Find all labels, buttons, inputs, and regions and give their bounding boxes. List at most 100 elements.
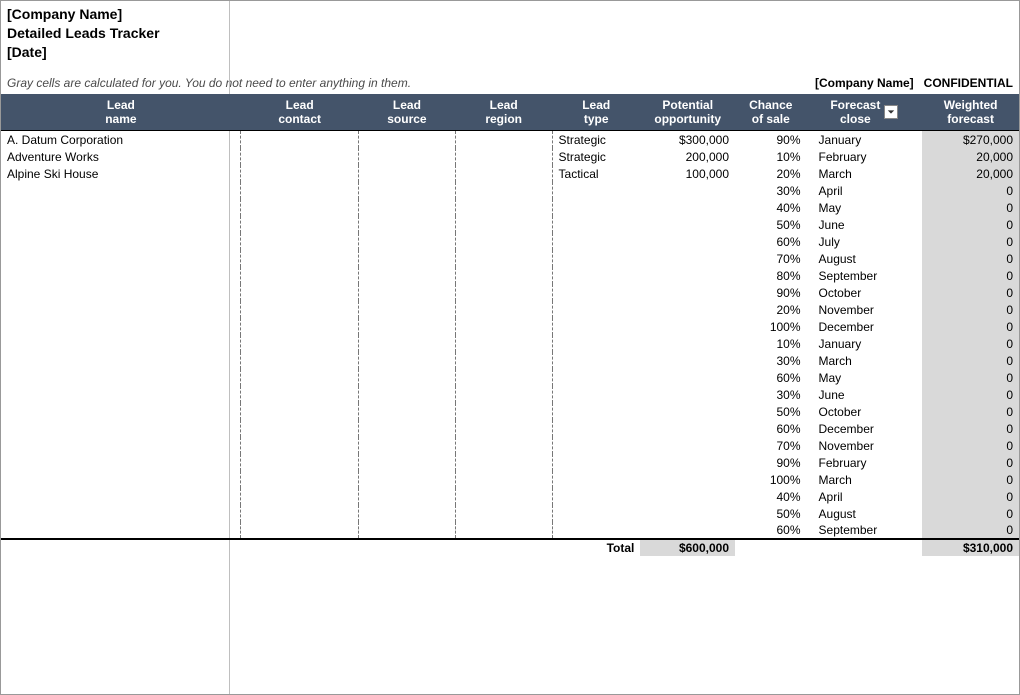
cell-lead-source[interactable] (359, 301, 456, 318)
cell-lead-contact[interactable] (241, 522, 359, 539)
cell-lead-source[interactable] (359, 437, 456, 454)
cell-potential-opportunity[interactable] (640, 182, 735, 199)
cell-potential-opportunity[interactable] (640, 301, 735, 318)
cell-forecast-close[interactable]: June (807, 386, 923, 403)
cell-lead-region[interactable] (455, 386, 552, 403)
cell-forecast-close[interactable]: March (807, 471, 923, 488)
col-header-potential[interactable]: Potential opportunity (640, 94, 735, 131)
cell-lead-name[interactable] (1, 488, 241, 505)
cell-forecast-close[interactable]: January (807, 335, 923, 352)
cell-weighted-forecast[interactable]: 0 (922, 437, 1019, 454)
cell-lead-contact[interactable] (241, 301, 359, 318)
cell-weighted-forecast[interactable]: 0 (922, 420, 1019, 437)
cell-chance-of-sale[interactable]: 60% (735, 522, 807, 539)
cell-lead-name[interactable]: A. Datum Corporation (1, 131, 241, 148)
cell-weighted-forecast[interactable]: 0 (922, 301, 1019, 318)
cell-lead-name[interactable]: Adventure Works (1, 148, 241, 165)
cell-lead-region[interactable] (455, 352, 552, 369)
cell-lead-source[interactable] (359, 352, 456, 369)
cell-lead-region[interactable] (455, 267, 552, 284)
cell-lead-region[interactable] (455, 522, 552, 539)
cell-lead-type[interactable] (552, 420, 640, 437)
cell-potential-opportunity[interactable] (640, 335, 735, 352)
cell-lead-type[interactable] (552, 267, 640, 284)
cell-chance-of-sale[interactable]: 50% (735, 505, 807, 522)
cell-lead-contact[interactable] (241, 233, 359, 250)
cell-lead-source[interactable] (359, 284, 456, 301)
cell-chance-of-sale[interactable]: 20% (735, 301, 807, 318)
cell-potential-opportunity[interactable] (640, 352, 735, 369)
cell-lead-type[interactable] (552, 488, 640, 505)
cell-lead-name[interactable] (1, 182, 241, 199)
cell-lead-contact[interactable] (241, 488, 359, 505)
cell-lead-contact[interactable] (241, 182, 359, 199)
cell-chance-of-sale[interactable]: 100% (735, 471, 807, 488)
cell-lead-type[interactable] (552, 318, 640, 335)
cell-lead-type[interactable] (552, 386, 640, 403)
cell-lead-region[interactable] (455, 233, 552, 250)
cell-chance-of-sale[interactable]: 70% (735, 437, 807, 454)
cell-lead-source[interactable] (359, 471, 456, 488)
cell-lead-name[interactable] (1, 199, 241, 216)
cell-weighted-forecast[interactable]: 0 (922, 216, 1019, 233)
cell-potential-opportunity[interactable] (640, 505, 735, 522)
cell-potential-opportunity[interactable] (640, 454, 735, 471)
cell-lead-type[interactable] (552, 250, 640, 267)
cell-lead-region[interactable] (455, 505, 552, 522)
cell-lead-type[interactable] (552, 437, 640, 454)
cell-lead-contact[interactable] (241, 471, 359, 488)
cell-weighted-forecast[interactable]: 20,000 (922, 165, 1019, 182)
cell-lead-region[interactable] (455, 369, 552, 386)
cell-forecast-close[interactable]: June (807, 216, 923, 233)
cell-forecast-close[interactable]: August (807, 505, 923, 522)
cell-forecast-close[interactable]: December (807, 318, 923, 335)
cell-lead-name[interactable] (1, 420, 241, 437)
cell-lead-type[interactable] (552, 335, 640, 352)
cell-lead-type[interactable] (552, 369, 640, 386)
cell-lead-source[interactable] (359, 148, 456, 165)
cell-lead-source[interactable] (359, 199, 456, 216)
cell-chance-of-sale[interactable]: 60% (735, 369, 807, 386)
cell-lead-source[interactable] (359, 454, 456, 471)
cell-weighted-forecast[interactable]: 0 (922, 454, 1019, 471)
cell-chance-of-sale[interactable]: 50% (735, 403, 807, 420)
cell-weighted-forecast[interactable]: 0 (922, 352, 1019, 369)
cell-lead-region[interactable] (455, 420, 552, 437)
cell-lead-name[interactable] (1, 301, 241, 318)
cell-lead-contact[interactable] (241, 403, 359, 420)
cell-lead-type[interactable] (552, 471, 640, 488)
cell-forecast-close[interactable]: August (807, 250, 923, 267)
cell-lead-source[interactable] (359, 318, 456, 335)
cell-lead-contact[interactable] (241, 284, 359, 301)
cell-lead-contact[interactable] (241, 386, 359, 403)
col-header-region[interactable]: Lead region (455, 94, 552, 131)
cell-forecast-close[interactable]: October (807, 403, 923, 420)
cell-weighted-forecast[interactable]: 0 (922, 284, 1019, 301)
cell-lead-region[interactable] (455, 199, 552, 216)
cell-lead-region[interactable] (455, 437, 552, 454)
cell-lead-region[interactable] (455, 182, 552, 199)
cell-forecast-close[interactable]: March (807, 352, 923, 369)
cell-chance-of-sale[interactable]: 90% (735, 284, 807, 301)
cell-chance-of-sale[interactable]: 20% (735, 165, 807, 182)
cell-lead-source[interactable] (359, 250, 456, 267)
cell-forecast-close[interactable]: April (807, 488, 923, 505)
cell-weighted-forecast[interactable]: 0 (922, 403, 1019, 420)
cell-lead-contact[interactable] (241, 250, 359, 267)
cell-lead-region[interactable] (455, 335, 552, 352)
cell-chance-of-sale[interactable]: 80% (735, 267, 807, 284)
cell-chance-of-sale[interactable]: 40% (735, 488, 807, 505)
cell-potential-opportunity[interactable] (640, 522, 735, 539)
cell-lead-contact[interactable] (241, 131, 359, 148)
cell-lead-name[interactable] (1, 233, 241, 250)
col-header-weighted[interactable]: Weighted forecast (922, 94, 1019, 131)
cell-potential-opportunity[interactable] (640, 420, 735, 437)
cell-forecast-close[interactable]: September (807, 267, 923, 284)
cell-lead-region[interactable] (455, 488, 552, 505)
cell-forecast-close[interactable]: May (807, 199, 923, 216)
cell-potential-opportunity[interactable]: 200,000 (640, 148, 735, 165)
col-header-name[interactable]: Lead name (1, 94, 241, 131)
cell-chance-of-sale[interactable]: 30% (735, 386, 807, 403)
cell-lead-name[interactable] (1, 369, 241, 386)
cell-chance-of-sale[interactable]: 60% (735, 420, 807, 437)
